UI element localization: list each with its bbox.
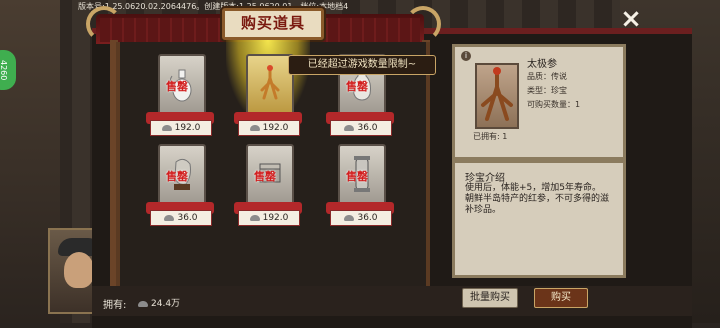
silver-coin-icon — [249, 124, 260, 131]
bulk-buy-button[interactable]: 批量购买 — [462, 288, 518, 308]
sold-out-label: 售罄 — [346, 170, 368, 183]
price-value: 192.0 — [174, 123, 201, 133]
price-value: 36.0 — [357, 213, 378, 223]
ginseng-icon — [481, 67, 513, 121]
item-slot-white-pot[interactable]: 售罄 192.0 — [146, 54, 214, 136]
type-value: 珍宝 — [551, 86, 567, 95]
item-card: 售罄 — [158, 54, 206, 118]
detail-quality-row: 品质：传说 — [527, 71, 567, 82]
item-slot-scroll[interactable]: 售罄 36.0 — [326, 144, 394, 226]
window-title: 购买道具 — [240, 14, 305, 32]
currency-amount: 24.4万 — [151, 299, 181, 309]
sold-out-label: 售罄 — [166, 80, 188, 93]
currency-owned-label: 拥有: — [103, 300, 127, 311]
limit-tooltip: 已经超过游戏数量限制~ — [288, 55, 436, 75]
item-slot-box[interactable]: 售罄 192.0 — [234, 144, 302, 226]
item-slot-stone[interactable]: 售罄 36.0 — [146, 144, 214, 226]
description-line: 使用后，体能+5，增加5年寿命。 — [465, 183, 601, 193]
silver-coin-icon — [249, 214, 260, 221]
item-card: 售罄 — [158, 144, 206, 208]
price-value: 192.0 — [262, 213, 289, 223]
silver-coin-icon — [164, 214, 175, 221]
owned-count: 已拥有: 1 — [473, 132, 508, 141]
price-value: 36.0 — [177, 213, 198, 223]
roof-curl-left-ornament — [86, 6, 122, 42]
sold-out-label: 售罄 — [254, 170, 276, 183]
sold-out-label: 售罄 — [346, 80, 368, 93]
description-title: 珍宝介绍 — [465, 173, 505, 184]
silver-coin-icon — [138, 300, 148, 307]
item-price: 192.0 — [238, 120, 300, 136]
sold-out-label: 售罄 — [166, 170, 188, 183]
item-price: 36.0 — [330, 120, 392, 136]
title-plaque: 购买道具 — [222, 8, 324, 40]
buyable-value: 1 — [575, 100, 581, 109]
item-price: 192.0 — [238, 210, 300, 226]
bottom-bar — [92, 286, 692, 316]
quality-label: 品质： — [527, 72, 551, 81]
silver-coin-icon — [344, 214, 355, 221]
detail-type-row: 类型：珍宝 — [527, 85, 567, 96]
item-card: 售罄 — [338, 144, 386, 208]
buy-button[interactable]: 购买 — [534, 288, 588, 308]
type-label: 类型： — [527, 86, 551, 95]
silver-coin-icon — [161, 124, 172, 131]
description-line: 朝鲜半岛特产的红参，不可多得的滋补珍品。 — [465, 194, 610, 215]
buyable-label: 可购买数量： — [527, 100, 575, 109]
price-value: 36.0 — [357, 123, 378, 133]
side-badge[interactable]: 4260 — [0, 50, 16, 90]
item-detail-panel: i 太极参 品质：传说 类型：珍宝 可购买数量：1 已拥有: 1 — [452, 44, 626, 160]
face-shape — [64, 252, 94, 288]
detail-item-picture — [475, 63, 519, 129]
item-price: 36.0 — [150, 210, 212, 226]
currency-owned-value: 24.4万 — [138, 296, 180, 309]
item-description-panel: 珍宝介绍 使用后，体能+5，增加5年寿命。 朝鲜半岛特产的红参，不可多得的滋补珍… — [452, 160, 626, 278]
item-price: 36.0 — [330, 210, 392, 226]
item-card: 售罄 — [246, 144, 294, 208]
detail-buyable-row: 可购买数量：1 — [527, 99, 580, 110]
description-body: 使用后，体能+5，增加5年寿命。 朝鲜半岛特产的红参，不可多得的滋补珍品。 — [465, 183, 615, 216]
info-icon[interactable]: i — [461, 51, 471, 61]
roof-curl-right-ornament — [405, 6, 441, 42]
item-price: 192.0 — [150, 120, 212, 136]
silver-coin-icon — [344, 124, 355, 131]
detail-item-name: 太极参 — [527, 59, 557, 70]
price-value: 192.0 — [262, 123, 289, 133]
quality-value: 传说 — [551, 72, 567, 81]
item-card — [246, 54, 294, 118]
ginseng-icon — [260, 65, 280, 100]
